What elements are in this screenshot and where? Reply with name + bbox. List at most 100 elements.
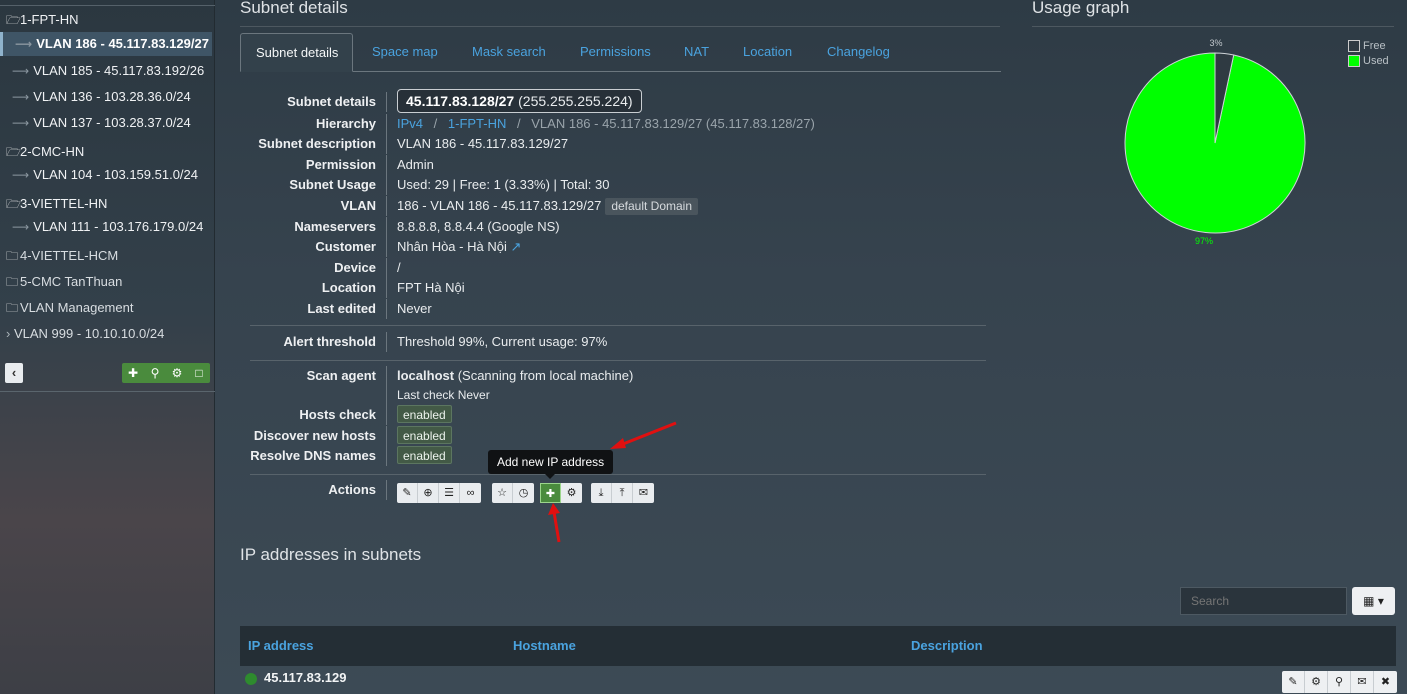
download-icon[interactable]: ⤓ xyxy=(591,483,612,503)
close-icon[interactable]: ✖ xyxy=(1374,671,1397,693)
tab-space-map[interactable]: Space map xyxy=(357,33,453,72)
value: 45.117.83.128/27 (255.255.255.224) xyxy=(397,89,642,113)
breadcrumb-current: VLAN 186 - 45.117.83.129/27 (45.117.83.1… xyxy=(531,116,815,131)
value: enabled xyxy=(397,426,452,446)
value: VLAN 186 - 45.117.83.129/27 xyxy=(397,136,569,151)
usage-pie-chart: 3% 97% xyxy=(1124,38,1306,246)
tab-permissions[interactable]: Permissions xyxy=(565,33,666,72)
column-view-dropdown[interactable]: ▦ ▾ xyxy=(1352,587,1395,615)
sidebar-item-vlan-137[interactable]: ⟶ VLAN 137 - 103.28.37.0/24 xyxy=(0,111,191,135)
folder-icon: 🗀 xyxy=(6,275,19,289)
location-link[interactable]: FPT Hà Nội xyxy=(397,278,465,298)
plus-icon[interactable]: ✚ xyxy=(122,363,144,383)
tree-branch-arrow-icon: ⟶ xyxy=(12,168,30,182)
sidebar-item-label: VLAN Management xyxy=(20,300,134,315)
legend-swatch xyxy=(1348,39,1360,52)
label: Subnet description xyxy=(258,136,376,151)
sidebar-item-vlan-111[interactable]: ⟶ VLAN 111 - 103.176.179.0/24 xyxy=(0,215,203,239)
list-icon[interactable]: ☰ xyxy=(439,483,460,503)
column-header-ip[interactable]: IP address xyxy=(248,626,314,666)
row-action-group: ✎ ⚙ ⚲ ✉ ✖ xyxy=(1282,671,1397,693)
envelope-icon[interactable]: ✉ xyxy=(633,483,654,503)
ip-address-cell[interactable]: 45.117.83.129 xyxy=(264,670,346,685)
divider xyxy=(250,360,986,361)
label: Location xyxy=(321,280,376,295)
value: enabled xyxy=(397,446,452,466)
customer-name: Nhân Hòa - Hà Nội xyxy=(397,239,507,254)
label: Resolve DNS names xyxy=(250,448,376,463)
row-subnet-description: Subnet description VLAN 186 - 45.117.83.… xyxy=(250,134,1000,154)
tree-branch-arrow-icon: ⟶ xyxy=(12,220,30,234)
label: VLAN xyxy=(340,198,376,213)
sidebar-item-2-cmc-hn[interactable]: 🗁2-CMC-HN xyxy=(0,140,84,164)
tree-branch-arrow-icon: ⟶ xyxy=(15,37,33,51)
sidebar-item-vlan-104[interactable]: ⟶ VLAN 104 - 103.159.51.0/24 xyxy=(0,163,198,187)
row-separator xyxy=(386,366,387,386)
column-header-description[interactable]: Description xyxy=(911,626,983,666)
table-columns-icon: ▦ xyxy=(1363,594,1375,608)
sidebar-item-5-cmc-tanthuan[interactable]: 🗀 5-CMC TanThuan xyxy=(0,270,122,294)
value: Admin xyxy=(397,157,434,172)
sidebar-item-vlan-186[interactable]: ⟶ VLAN 186 - 45.117.83.129/27 xyxy=(0,32,212,56)
last-check-text: Last check Never xyxy=(397,388,490,402)
search-icon[interactable]: ⚲ xyxy=(144,363,166,383)
tab-subnet-details[interactable]: Subnet details xyxy=(240,33,353,72)
sidebar-item-4-viettel-hcm[interactable]: 🗀 4-VIETTEL-HCM xyxy=(0,244,118,268)
label: Hosts check xyxy=(299,407,376,422)
row-device: Device / xyxy=(250,258,1000,278)
tab-nat[interactable]: NAT xyxy=(669,33,724,72)
search-icon[interactable]: ⚲ xyxy=(1328,671,1351,693)
gears-icon[interactable]: ⚙ xyxy=(166,363,188,383)
sidebar-item-vlan-185[interactable]: ⟶ VLAN 185 - 45.117.83.192/26 xyxy=(0,59,204,83)
upload-icon[interactable]: ⤒ xyxy=(612,483,633,503)
sidebar-item-vlan-management[interactable]: 🗀 VLAN Management xyxy=(0,296,133,320)
tab-changelog[interactable]: Changelog xyxy=(812,33,905,72)
search-input[interactable] xyxy=(1180,587,1347,615)
annotation-arrow-icon xyxy=(548,503,561,543)
status-dot-icon xyxy=(245,673,257,685)
value: Threshold 99%, Current usage: 97% xyxy=(397,334,608,349)
value: localhost (Scanning from local machine) xyxy=(397,366,633,386)
clock-icon[interactable]: ◷ xyxy=(513,483,534,503)
collapse-sidebar-button[interactable]: ‹ xyxy=(5,363,23,383)
star-icon[interactable]: ☆ xyxy=(492,483,513,503)
folder-open-icon: 🗁 xyxy=(6,197,21,211)
row-separator xyxy=(386,446,387,466)
breadcrumb-ipv4[interactable]: IPv4 xyxy=(397,116,423,131)
breadcrumb: IPv4 / 1-FPT-HN / VLAN 186 - 45.117.83.1… xyxy=(397,114,815,134)
chevron-right-icon: › xyxy=(6,326,11,341)
tree-branch-arrow-icon: ⟶ xyxy=(12,90,30,104)
pencil-icon[interactable]: ✎ xyxy=(397,483,418,503)
label: Scan agent xyxy=(306,368,376,383)
table-row[interactable]: 45.117.83.129 ✎ ⚙ ⚲ ✉ ✖ xyxy=(240,666,1397,694)
label: Actions xyxy=(328,482,376,497)
row-last-check: Last check Never xyxy=(250,385,1000,405)
row-scan-agent: Scan agent localhost (Scanning from loca… xyxy=(250,366,1000,386)
gears-icon[interactable]: ⚙ xyxy=(1305,671,1328,693)
folder-icon[interactable]: □ xyxy=(188,363,210,383)
row-separator xyxy=(386,426,387,446)
label: Discover new hosts xyxy=(253,428,376,443)
tab-mask-search[interactable]: Mask search xyxy=(457,33,561,72)
sidebar-item-1-fpt-hn[interactable]: 🗁1-FPT-HN xyxy=(0,8,79,32)
pencil-icon[interactable]: ✎ xyxy=(1282,671,1305,693)
sidebar-item-label: VLAN 185 - 45.117.83.192/26 xyxy=(33,63,205,78)
sidebar-item-label: 3-VIETTEL-HN xyxy=(20,196,108,211)
label: Alert threshold xyxy=(283,334,376,349)
plus-circle-icon[interactable]: ⊕ xyxy=(418,483,439,503)
column-header-hostname[interactable]: Hostname xyxy=(513,626,576,666)
label: Subnet Usage xyxy=(289,177,376,192)
caret-down-icon: ▾ xyxy=(1377,594,1384,608)
breadcrumb-section[interactable]: 1-FPT-HN xyxy=(448,116,507,131)
label: Nameservers xyxy=(294,219,376,234)
envelope-icon[interactable]: ✉ xyxy=(1351,671,1374,693)
sidebar-item-3-viettel-hn[interactable]: 🗁3-VIETTEL-HN xyxy=(0,192,107,216)
usage-graph-divider xyxy=(1032,26,1394,27)
link-icon[interactable]: ∞ xyxy=(460,483,481,503)
subnet-cidr: 45.117.83.128/27 xyxy=(406,93,515,109)
sidebar-item-vlan-136[interactable]: ⟶ VLAN 136 - 103.28.36.0/24 xyxy=(0,85,191,109)
tab-location[interactable]: Location xyxy=(728,33,807,72)
scan-agent-name: localhost xyxy=(397,368,455,383)
sidebar-item-vlan-999[interactable]: › VLAN 999 - 10.10.10.0/24 xyxy=(0,322,164,346)
external-link-icon[interactable]: ↗ xyxy=(510,239,521,254)
